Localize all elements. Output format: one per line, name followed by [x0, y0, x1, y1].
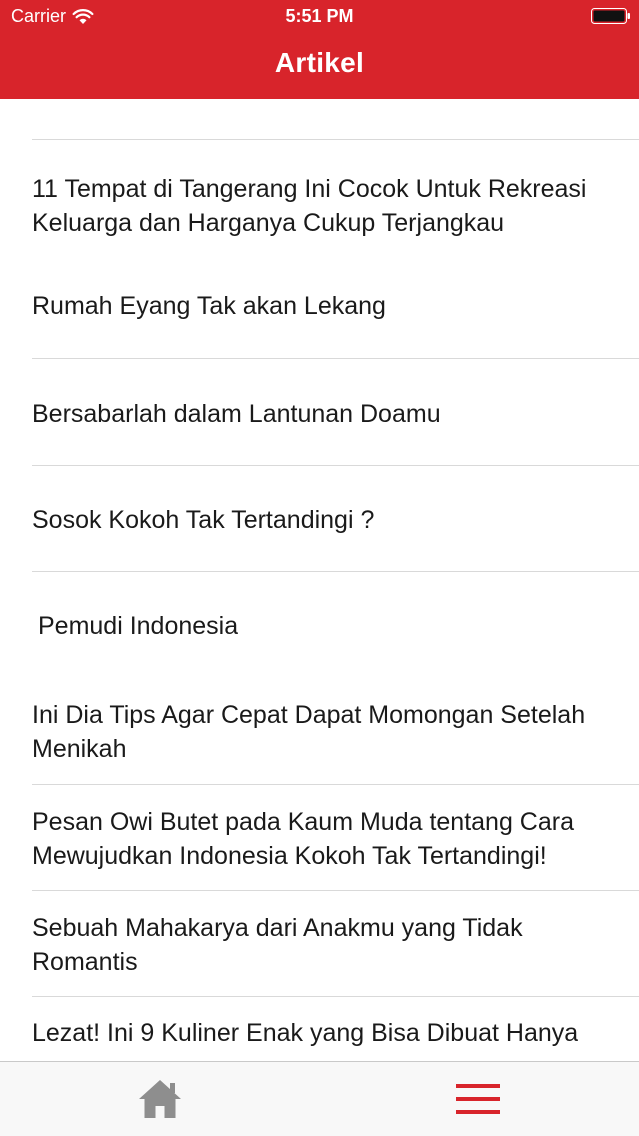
article-title: 11 Tempat di Tangerang Ini Cocok Untuk R… [32, 175, 587, 237]
tab-menu[interactable] [440, 1074, 516, 1124]
article-title: Bersabarlah dalam Lantunan Doamu [32, 400, 441, 428]
page-title: Artikel [274, 47, 365, 78]
row-separator [32, 784, 639, 785]
article-title: Sosok Kokoh Tak Tertandingi ? [32, 506, 375, 534]
battery-icon [591, 8, 630, 24]
article-title: Sebuah Mahakarya dari Anakmu yang Tidak … [32, 914, 523, 976]
status-time: 5:51 PM [285, 6, 354, 26]
row-separator [32, 465, 639, 466]
status-bar: Carrier 5:51 PM [0, 0, 639, 34]
row-separator [32, 571, 639, 572]
list-item[interactable]: Lezat! Ini 9 Kuliner Enak yang Bisa Dibu… [0, 1016, 639, 1061]
hamburger-menu-icon [456, 1084, 500, 1114]
tab-home[interactable] [122, 1074, 198, 1124]
app-header: Carrier 5:51 PM Artikel [0, 0, 639, 99]
article-title: Ini Dia Tips Agar Cepat Dapat Momongan S… [32, 701, 586, 763]
row-separator [32, 890, 639, 891]
list-item[interactable]: Rumah Eyang Tak akan Lekang [0, 271, 639, 341]
list-item[interactable]: 11 Tempat di Tangerang Ini Cocok Untuk R… [0, 163, 639, 249]
article-title: Pemudi Indonesia [38, 612, 239, 640]
screen: Carrier 5:51 PM Artikel 11 Tempat di Tan… [0, 0, 639, 1136]
home-icon [139, 1080, 181, 1118]
list-item[interactable]: Pemudi Indonesia [0, 591, 639, 661]
article-list[interactable]: 11 Tempat di Tangerang Ini Cocok Untuk R… [0, 99, 639, 1061]
list-item[interactable]: Sebuah Mahakarya dari Anakmu yang Tidak … [0, 910, 639, 980]
row-separator [32, 139, 639, 140]
list-item[interactable]: Pesan Owi Butet pada Kaum Muda tentang C… [0, 804, 639, 874]
list-item[interactable]: Ini Dia Tips Agar Cepat Dapat Momongan S… [0, 697, 639, 767]
tab-bar [0, 1061, 639, 1136]
article-title: Pesan Owi Butet pada Kaum Muda tentang C… [32, 808, 574, 870]
list-item[interactable]: Sosok Kokoh Tak Tertandingi ? [0, 485, 639, 555]
article-title: Lezat! Ini 9 Kuliner Enak yang Bisa Dibu… [32, 1019, 579, 1047]
row-separator [32, 358, 639, 359]
list-item[interactable]: Bersabarlah dalam Lantunan Doamu [0, 379, 639, 449]
row-separator [32, 996, 639, 997]
article-title: Rumah Eyang Tak akan Lekang [32, 292, 386, 320]
